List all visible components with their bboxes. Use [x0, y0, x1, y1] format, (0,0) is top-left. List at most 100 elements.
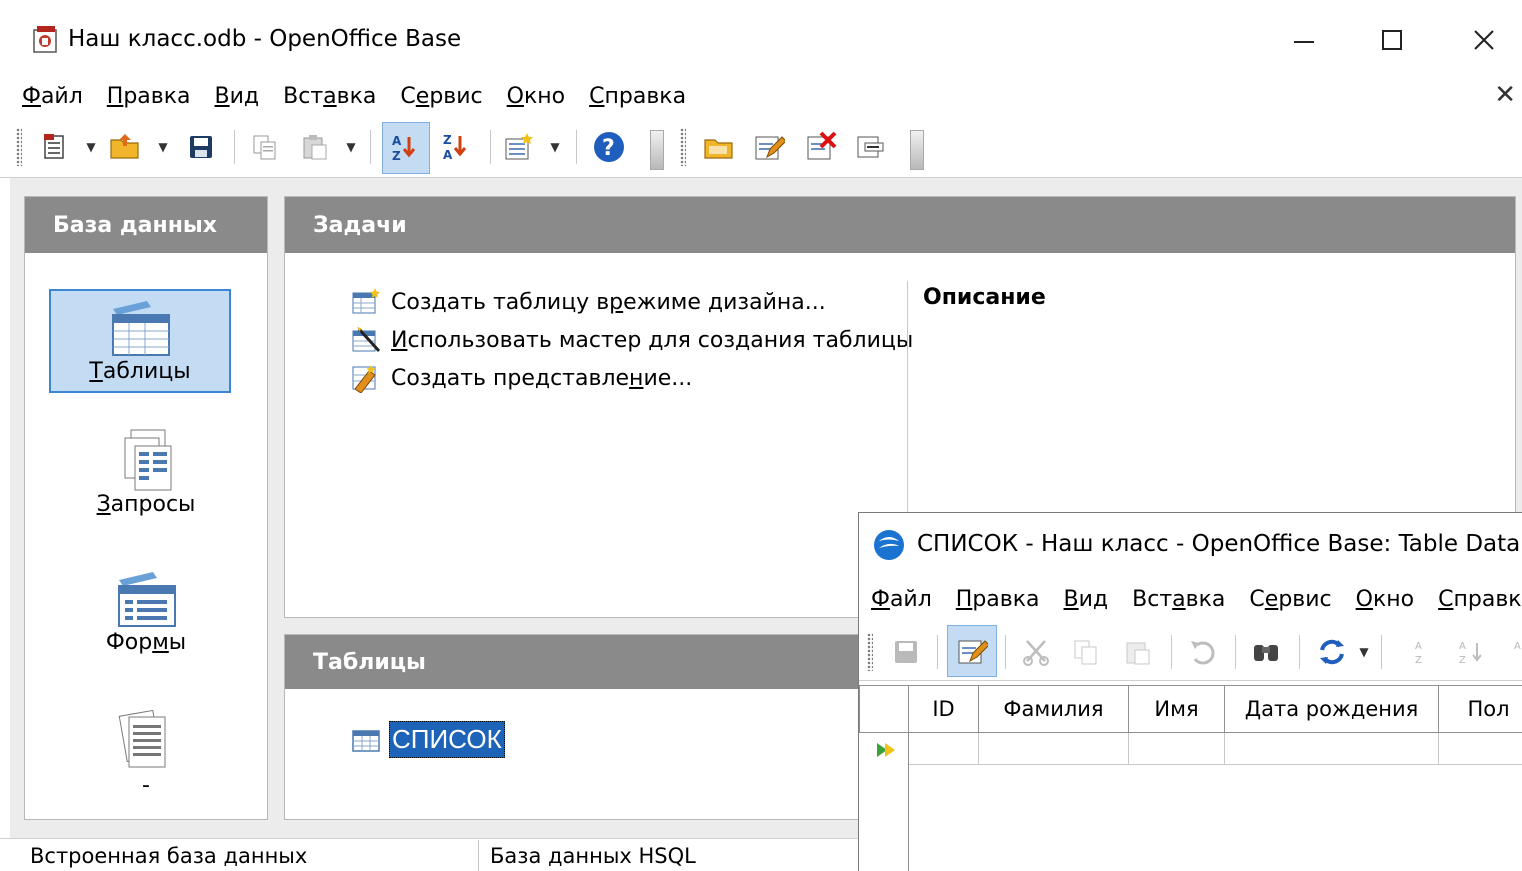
rename-icon[interactable] [854, 130, 888, 164]
toolbar-separator [1381, 635, 1382, 669]
open-folder-icon[interactable] [108, 130, 142, 164]
sort-descending-icon[interactable]: ZA [440, 130, 474, 164]
task-create-view[interactable]: Создать представле н ие... [349, 361, 692, 395]
help-icon[interactable]: ? [592, 130, 626, 164]
menu-tools[interactable]: Сервис [400, 84, 482, 109]
column-header-id[interactable]: ID [909, 685, 979, 733]
menu-file-mnemonic: Ф [22, 83, 41, 109]
table-data-view-window[interactable]: СПИСОК - Наш класс - OpenOffice Base: Ta… [858, 512, 1522, 871]
svg-text:A: A [443, 148, 453, 162]
data-view-menu-edit[interactable]: Правка [956, 587, 1040, 612]
column-header-name[interactable]: Имя [1129, 685, 1225, 733]
menu-edit-mnemonic: П [106, 83, 124, 109]
toolbar-overflow-button[interactable] [910, 130, 924, 170]
grid-cell[interactable] [979, 733, 1129, 765]
paste-dropdown-icon[interactable]: ▼ [344, 138, 358, 156]
tables-icon [112, 300, 170, 356]
close-icon [1474, 30, 1494, 50]
menu-file-label: айл [889, 586, 932, 612]
delete-icon[interactable] [804, 130, 838, 164]
design-table-icon [349, 285, 383, 319]
data-view-menu-tools[interactable]: Сервис [1249, 587, 1331, 612]
menu-insert-label: вка [336, 83, 377, 109]
data-view-menu-file[interactable]: Файл [871, 587, 932, 612]
column-header-gender[interactable]: Пол [1439, 685, 1522, 733]
toolbar-handle[interactable] [680, 128, 686, 166]
data-view-menu-view[interactable]: Вид [1064, 587, 1109, 612]
form-design-icon[interactable] [502, 130, 536, 164]
menu-insert-pre: Вст [1132, 586, 1173, 612]
menu-tools-pre: С [400, 83, 416, 109]
task-create-table-design[interactable]: Создать таблицу в р ежиме дизайна... [349, 285, 826, 319]
database-item-tables[interactable]: Таблицы [49, 289, 231, 393]
menu-window-mnemonic: О [506, 83, 524, 109]
find-record-icon[interactable] [1249, 635, 1283, 669]
form-dropdown-icon[interactable]: ▼ [548, 138, 562, 156]
refresh-dropdown-icon[interactable]: ▼ [1357, 643, 1371, 661]
edit-icon[interactable] [752, 130, 786, 164]
database-item-label: Формы [106, 630, 186, 655]
data-view-menu-insert[interactable]: Вставка [1132, 587, 1225, 612]
data-view-menu-bar: Файл Правка Вид Вставка Сервис Окно Спра… [859, 579, 1522, 619]
save-icon[interactable] [889, 635, 923, 669]
menu-bar: Файл Правка Вид Вставка Сервис Окно Спра… [0, 76, 1522, 116]
refresh-icon[interactable] [1315, 635, 1349, 669]
create-view-icon [349, 361, 383, 395]
column-header-surname[interactable]: Фамилия [979, 685, 1129, 733]
column-header-birthdate[interactable]: Дата рождения [1225, 685, 1439, 733]
table-wizard-icon [349, 323, 383, 357]
database-item-queries[interactable]: Запросы [25, 417, 267, 527]
close-document-button[interactable]: ✕ [1494, 80, 1516, 110]
paste-icon[interactable] [1121, 635, 1155, 669]
new-dropdown-icon[interactable]: ▼ [84, 138, 98, 156]
save-icon[interactable] [184, 130, 218, 164]
menu-edit-label: равка [123, 83, 191, 109]
menu-tools-mnemonic: е [415, 83, 430, 109]
undo-icon[interactable] [1185, 635, 1219, 669]
minimize-button[interactable] [1274, 20, 1334, 60]
database-item-reports[interactable]: - [25, 697, 267, 807]
sort-ascending-icon[interactable]: AZ [1407, 635, 1441, 669]
database-item-label-rest: ы [168, 629, 187, 655]
open-database-object-icon[interactable] [702, 130, 736, 164]
table-item[interactable]: СПИСОК [351, 721, 505, 758]
toolbar-handle[interactable] [867, 633, 873, 671]
toolbar-overflow-button[interactable] [650, 130, 664, 170]
svg-text:A: A [1415, 641, 1422, 652]
edit-data-icon[interactable] [947, 625, 997, 677]
open-dropdown-icon[interactable]: ▼ [156, 138, 170, 156]
maximize-button[interactable] [1362, 20, 1422, 60]
table-name: СПИСОК [389, 721, 505, 758]
grid-cell[interactable] [1225, 733, 1439, 765]
standard-toolbar: ▼ ▼ ▼ AZ ZA ▼ ? [0, 116, 1522, 178]
menu-file[interactable]: Файл [22, 84, 83, 109]
new-document-icon[interactable] [38, 130, 72, 164]
forms-icon [118, 571, 176, 627]
close-button[interactable] [1454, 20, 1514, 60]
task-table-wizard[interactable]: Использовать мастер для создания таблицы [349, 323, 913, 357]
sort-ascending-icon[interactable]: AZ [382, 122, 430, 174]
menu-insert[interactable]: Вставка [283, 84, 376, 109]
grid-cell[interactable] [1439, 733, 1522, 765]
menu-edit-label: равка [972, 586, 1040, 612]
toolbar-separator [1299, 635, 1300, 669]
autofilter-icon[interactable]: A [1505, 635, 1522, 669]
copy-icon[interactable] [248, 130, 282, 164]
toolbar-handle[interactable] [16, 128, 22, 166]
menu-tools-pre: С [1249, 586, 1265, 612]
menu-edit[interactable]: Правка [107, 84, 191, 109]
task-label-mnemonic: И [391, 327, 408, 353]
menu-help[interactable]: Справка [589, 84, 686, 109]
grid-cell[interactable] [1129, 733, 1225, 765]
copy-icon[interactable] [1069, 635, 1103, 669]
data-view-menu-window[interactable]: Окно [1356, 587, 1414, 612]
paste-icon[interactable] [298, 130, 332, 164]
sort-descending-icon[interactable]: AZ [1455, 635, 1489, 669]
data-view-menu-help[interactable]: Справка [1438, 587, 1522, 612]
grid-cell[interactable] [909, 733, 979, 765]
menu-window[interactable]: Окно [507, 84, 565, 109]
menu-view[interactable]: Вид [215, 84, 260, 109]
cut-icon[interactable] [1019, 635, 1053, 669]
data-grid[interactable]: ID Фамилия Имя Дата рождения Пол [859, 685, 1522, 871]
database-item-forms[interactable]: Формы [25, 557, 267, 667]
